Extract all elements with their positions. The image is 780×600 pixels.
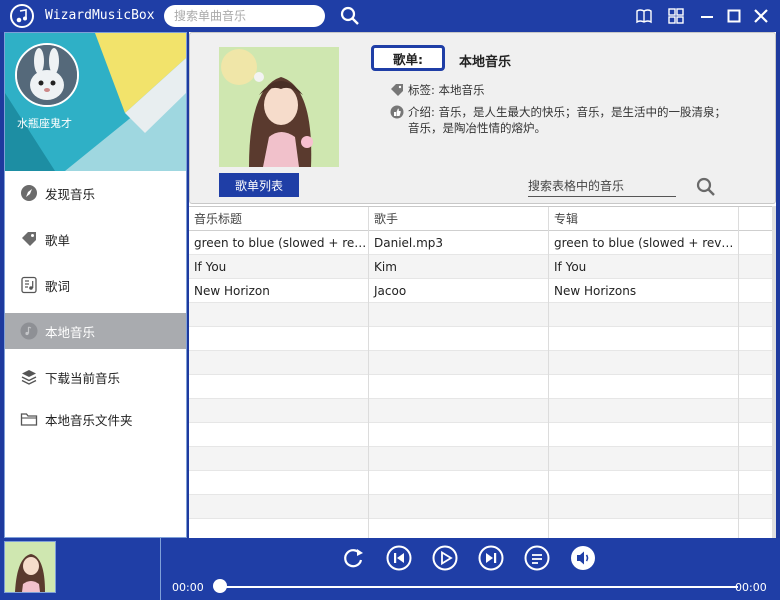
nav-item-discover-music[interactable]: 发现音乐 [5,175,186,211]
lyrics-icon [19,275,39,295]
nav-item-download-current[interactable]: 下载当前音乐 [5,359,186,395]
playlist-badge: 歌单: [371,45,445,71]
previous-track-icon[interactable] [386,545,412,571]
table-search-input[interactable] [528,175,676,197]
search-icon[interactable] [340,6,360,26]
local-music-icon [19,321,39,341]
now-playing-info [58,538,161,600]
empty-row [189,471,772,495]
nav-label: 本地音乐文件夹 [45,412,133,428]
album-header: 歌单列表 歌单: 本地音乐 标签: 本地音乐 介绍: 音乐，是人生最大的快乐；音… [189,32,776,204]
tag-icon [19,229,39,249]
cell-title: green to blue (slowed + reverb) [189,231,369,255]
table-row[interactable]: New Horizon Jacoo New Horizons [189,279,772,303]
empty-row [189,327,772,351]
cell-title: New Horizon [189,279,369,303]
now-playing-cover[interactable] [4,541,56,593]
music-table: 音乐标题 歌手 专辑 green to blue (slowed + rever… [189,206,772,538]
tag-text: 标签: 本地音乐 [408,83,485,97]
empty-row [189,399,772,423]
app-title: WizardMusicBox [45,8,155,23]
cell-album: New Horizons [549,279,739,303]
progress-knob[interactable] [213,579,227,593]
total-time: 00:00 [735,581,767,594]
avatar[interactable] [15,43,79,107]
play-icon[interactable] [432,545,458,571]
playlist-queue-icon[interactable] [524,545,550,571]
nav-label: 歌单 [45,232,71,248]
repeat-icon[interactable] [340,545,366,571]
cell-album: If You [549,255,739,279]
thumbs-up-icon [390,105,404,119]
column-header-title[interactable]: 音乐标题 [189,207,369,231]
column-header-empty [739,207,772,231]
column-header-artist[interactable]: 歌手 [369,207,549,231]
table-row[interactable]: If You Kim If You [189,255,772,279]
title-bar: WizardMusicBox [0,0,780,32]
playlist-list-tab[interactable]: 歌单列表 [219,173,299,197]
main-content: 歌单列表 歌单: 本地音乐 标签: 本地音乐 介绍: 音乐，是人生最大的快乐；音… [189,32,776,538]
empty-row [189,303,772,327]
empty-row [189,375,772,399]
current-time: 00:00 [172,581,204,594]
maximize-icon[interactable] [725,7,743,25]
column-header-album[interactable]: 专辑 [549,207,739,231]
cell-artist: Jacoo [369,279,549,303]
search-input[interactable] [164,5,325,27]
player-bar: 00:00 00:00 [0,538,780,600]
empty-row [189,351,772,375]
cell-artist: Kim [369,255,549,279]
next-track-icon[interactable] [478,545,504,571]
nav-item-lyrics[interactable]: 歌词 [5,267,186,303]
table-header-row: 音乐标题 歌手 专辑 [189,207,772,231]
empty-row [189,423,772,447]
nav-label: 歌词 [45,278,71,294]
intro-text: 介绍: 音乐，是人生最大的快乐；音乐，是生活中的一股清泉；音乐，是陶冶性情的熔炉… [408,105,727,135]
tag-icon [391,84,403,96]
tag-row: 标签: 本地音乐 [390,82,485,98]
table-row[interactable]: green to blue (slowed + reverb) Daniel.m… [189,231,772,255]
nav-label: 下载当前音乐 [45,370,121,386]
cell-album: green to blue (slowed + reverb) [549,231,739,255]
empty-row [189,447,772,471]
empty-row [189,519,772,538]
app-logo-icon [10,4,34,28]
intro-row: 介绍: 音乐，是人生最大的快乐；音乐，是生活中的一股清泉；音乐，是陶冶性情的熔炉… [390,104,730,136]
download-stack-icon [19,367,39,387]
nav-item-local-music[interactable]: 本地音乐 [5,313,186,349]
empty-row [189,495,772,519]
left-sidebar: 水瓶座鬼才 发现音乐 歌单 歌词 本地音乐 下载当前音乐 本地音乐文件夹 [4,32,187,538]
cell-title: If You [189,255,369,279]
skin-book-icon[interactable] [635,7,653,25]
nav-item-playlist[interactable]: 歌单 [5,221,186,257]
playlist-name: 本地音乐 [459,55,512,70]
table-search-icon[interactable] [696,177,716,197]
grid-menu-icon[interactable] [667,7,685,25]
nav-item-local-folder[interactable]: 本地音乐文件夹 [5,401,186,437]
table-scrollbar[interactable] [772,206,776,538]
nav-label: 发现音乐 [45,186,96,202]
minimize-icon[interactable] [698,7,716,25]
cell-artist: Daniel.mp3 [369,231,549,255]
folder-icon [19,409,39,429]
album-cover [219,47,339,167]
compass-icon [19,183,39,203]
progress-track[interactable] [214,586,738,588]
nav-label: 本地音乐 [45,324,96,340]
close-icon[interactable] [752,7,770,25]
user-name[interactable]: 水瓶座鬼才 [17,115,72,131]
profile-card: 水瓶座鬼才 [5,33,186,171]
volume-icon[interactable] [570,545,596,571]
